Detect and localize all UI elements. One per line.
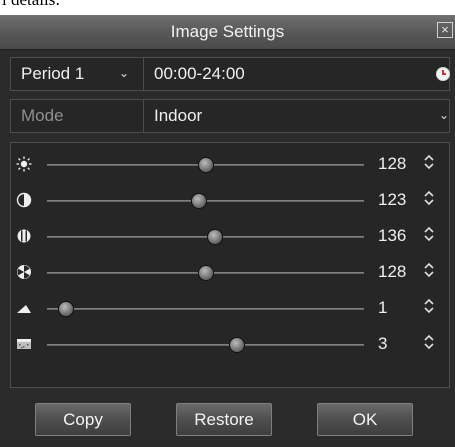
chevron-down-icon: ⌄ (438, 108, 449, 122)
time-range-field[interactable]: 00:00-24:00 (144, 58, 450, 90)
saturation-slider-track[interactable] (47, 236, 364, 238)
caption-text: l details: (2, 0, 60, 10)
mode-label: Mode (21, 106, 64, 125)
sharpness-slider-track[interactable] (47, 308, 364, 310)
dialog-footer: Copy Restore OK (0, 388, 455, 447)
dialog-titlebar: Image Settings × (0, 15, 455, 50)
ok-button[interactable]: OK (317, 403, 413, 436)
slider-row-contrast: 123 (11, 183, 451, 219)
page-caption-fragment: l details: (0, 0, 455, 15)
mode-label-cell: Mode (11, 100, 144, 132)
hue-slider-handle[interactable] (197, 265, 214, 281)
saturation-value: 136 (378, 226, 407, 245)
image-settings-dialog: Image Settings × Period 1 ⌄ 00:00-24:00 … (0, 15, 455, 447)
contrast-spinner-icon[interactable] (423, 190, 435, 211)
denoising-value: 3 (378, 334, 388, 353)
brightness-icon (16, 156, 32, 172)
dialog-title: Image Settings (170, 22, 285, 41)
contrast-icon (16, 192, 32, 208)
slider-row-saturation: 136 (11, 219, 451, 255)
saturation-icon (17, 229, 31, 243)
sharpness-slider-handle[interactable] (58, 301, 75, 317)
image-adjustment-panel: 128 123 136 128 1 3 (10, 142, 450, 388)
chevron-down-icon: ⌄ (119, 66, 130, 80)
restore-button[interactable]: Restore (176, 403, 272, 436)
slider-row-sharpness: 1 (11, 291, 451, 327)
denoising-icon (17, 339, 31, 349)
sharpness-value: 1 (378, 298, 388, 317)
slider-row-brightness: 128 (11, 147, 451, 183)
contrast-slider-handle[interactable] (191, 193, 208, 209)
slider-row-hue: 128 (11, 255, 451, 291)
clock-icon[interactable] (436, 67, 450, 81)
denoising-spinner-icon[interactable] (423, 334, 435, 355)
time-range-value: 00:00-24:00 (154, 64, 245, 83)
hue-spinner-icon[interactable] (423, 262, 435, 283)
period-select[interactable]: Period 1 ⌄ (11, 58, 144, 90)
sharpness-icon (17, 305, 31, 313)
brightness-value: 128 (378, 154, 407, 173)
mode-row: Mode Indoor ⌄ (10, 99, 450, 133)
saturation-slider-handle[interactable] (207, 229, 223, 245)
hue-value: 128 (378, 262, 407, 281)
copy-button[interactable]: Copy (35, 403, 131, 436)
mode-value: Indoor (154, 106, 203, 125)
sharpness-spinner-icon[interactable] (423, 298, 435, 319)
period-label: Period 1 (21, 64, 85, 83)
saturation-spinner-icon[interactable] (423, 226, 435, 247)
close-icon[interactable]: × (437, 22, 453, 38)
brightness-spinner-icon[interactable] (423, 154, 435, 175)
brightness-slider-handle[interactable] (197, 157, 214, 173)
hue-icon (17, 265, 31, 279)
schedule-row: Period 1 ⌄ 00:00-24:00 (10, 57, 450, 91)
denoising-slider-track[interactable] (47, 344, 364, 346)
contrast-value: 123 (378, 190, 407, 209)
slider-row-denoising: 3 (11, 327, 451, 363)
mode-select[interactable]: Indoor ⌄ (144, 100, 449, 132)
denoising-slider-handle[interactable] (229, 337, 246, 353)
